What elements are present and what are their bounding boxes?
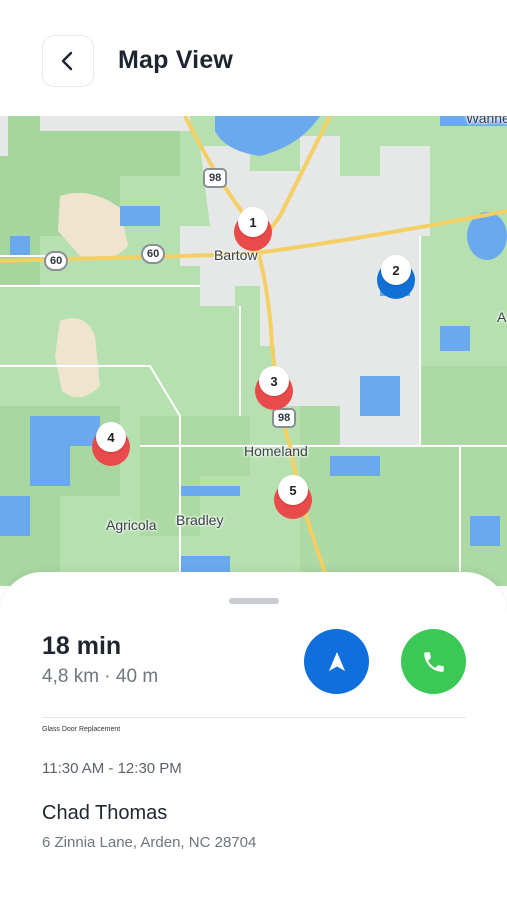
marker-number: 1	[238, 207, 268, 237]
route-shield-98: 98	[203, 168, 228, 188]
place-label-bradley: Bradley	[176, 512, 224, 528]
navigation-arrow-icon	[328, 651, 345, 671]
header: Map View	[0, 0, 507, 116]
navigate-button[interactable]	[304, 629, 369, 694]
place-label-wahne: Wahne	[466, 116, 507, 126]
marker-number: 5	[278, 475, 308, 505]
customer-name: Chad Thomas	[42, 802, 168, 824]
map-canvas	[0, 116, 507, 586]
map-marker-5[interactable]: 5	[274, 475, 312, 519]
map-marker-1[interactable]: 1	[234, 207, 272, 251]
place-label-a: A	[497, 309, 507, 325]
marker-number: 4	[96, 422, 126, 452]
marker-number: 2	[381, 255, 411, 285]
map-marker-4[interactable]: 4	[92, 422, 130, 466]
place-label-homeland: Homeland	[244, 443, 308, 459]
eta-time: 18 min	[42, 632, 122, 660]
divider	[42, 717, 466, 718]
route-shield-98: 98	[272, 408, 297, 428]
route-shield-60: 60	[141, 244, 166, 264]
phone-icon	[423, 651, 444, 672]
chevron-left-icon	[61, 51, 73, 71]
page-title: Map View	[118, 46, 234, 74]
sheet-drag-handle[interactable]	[229, 598, 279, 604]
place-label-agricola: Agricola	[106, 517, 157, 533]
map-marker-2[interactable]: 2	[377, 255, 415, 299]
time-window: 11:30 AM - 12:30 PM	[42, 760, 182, 777]
job-type: Glass Door Replacement	[42, 726, 121, 733]
call-button[interactable]	[401, 629, 466, 694]
map-view-screen: Map View Bartow Homeland Agricola Bradle…	[0, 0, 507, 900]
customer-address: 6 Zinnia Lane, Arden, NC 28704	[42, 834, 257, 851]
map-marker-3[interactable]: 3	[255, 366, 293, 410]
route-shield-60: 60	[44, 251, 69, 271]
marker-number: 3	[259, 366, 289, 396]
back-button[interactable]	[42, 35, 94, 87]
bottom-sheet: 18 min 4,8 km · 40 m Glass Door Replacem…	[0, 572, 507, 900]
map[interactable]: Bartow Homeland Agricola Bradley Wahne A…	[0, 116, 507, 586]
route-distance: 4,8 km · 40 m	[42, 666, 159, 687]
